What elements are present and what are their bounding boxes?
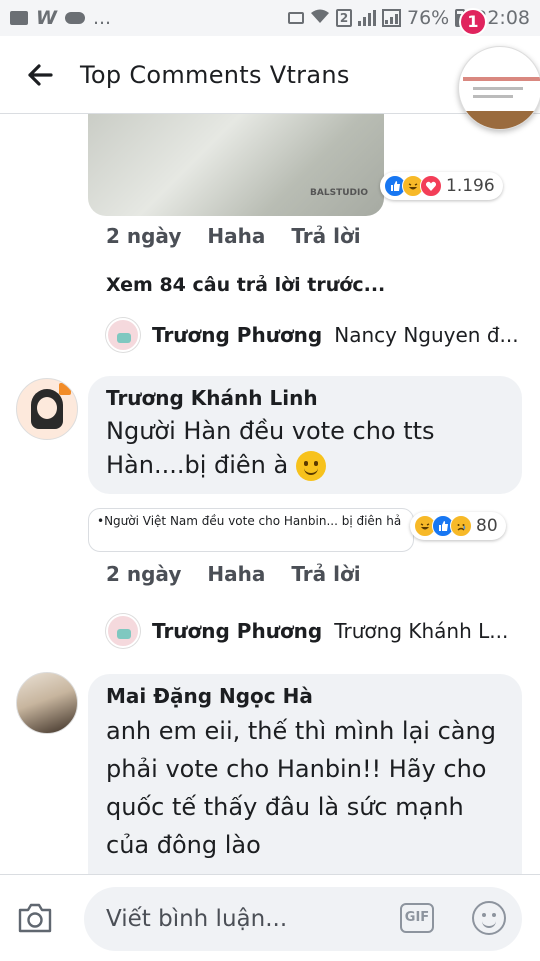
comment-input-placeholder: Viết bình luận... xyxy=(106,906,288,932)
avatar-face xyxy=(37,397,57,419)
reaction-summary[interactable]: 80 xyxy=(410,512,506,540)
avatar[interactable] xyxy=(16,378,78,440)
comment-actions: 2 ngày Haha Trả lời xyxy=(106,562,361,586)
smile-emoji-icon xyxy=(295,451,326,481)
video-icon xyxy=(10,11,28,25)
comment-actions: 2 ngày Haha Trả lời xyxy=(106,224,361,248)
sad-reaction-icon xyxy=(450,515,472,537)
status-left: W ... xyxy=(10,7,111,29)
reaction-summary[interactable]: 1.196 xyxy=(380,172,503,200)
arrow-left-icon xyxy=(28,63,53,86)
love-reaction-icon xyxy=(420,175,442,197)
comment-time: 2 ngày xyxy=(106,224,182,248)
avatar xyxy=(106,318,140,352)
more-notifications: ... xyxy=(92,7,112,29)
photo-label: BALSTUDIO xyxy=(310,188,368,198)
reply-button[interactable]: Trả lời xyxy=(291,224,360,248)
chathead-badge: 1 xyxy=(459,8,487,36)
comment-text-body: Người Hàn đều vote cho tts Hàn....bị điê… xyxy=(106,417,435,479)
comment-composer: Viết bình luận... GIF xyxy=(0,874,540,960)
avatar xyxy=(106,614,140,648)
reply-preview[interactable]: Trương Phương Nancy Nguyen đ... xyxy=(106,318,519,352)
comment-author[interactable]: Trương Khánh Linh xyxy=(106,386,504,410)
w-icon: W xyxy=(36,7,57,29)
comment-photo[interactable]: BALSTUDIO xyxy=(88,114,384,216)
avatar-flag xyxy=(59,383,71,395)
wifi-icon xyxy=(310,7,330,29)
signal-2-icon xyxy=(382,9,401,27)
page-title: Top Comments Vtrans xyxy=(80,60,350,89)
signal-icon xyxy=(358,10,376,26)
comment-text: Người Hàn đều vote cho tts Hàn....bị điê… xyxy=(106,414,504,482)
comment-bubble[interactable]: Trương Khánh Linh Người Hàn đều vote cho… xyxy=(88,376,522,494)
battery-percent: 76% xyxy=(407,7,450,29)
reply-author: Trương Phương xyxy=(152,323,323,347)
comments-list[interactable]: BALSTUDIO 1.196 2 ngày Haha Trả lời Xem … xyxy=(0,114,540,874)
chathead-thumb-line xyxy=(473,95,513,98)
gif-button[interactable]: GIF xyxy=(400,903,434,933)
status-right: 2 76% 22:08 xyxy=(288,7,530,29)
chathead-thumb-line xyxy=(473,87,523,90)
translation-box: •Người Việt Nam đều vote cho Hanbin... b… xyxy=(88,508,414,552)
avatar[interactable] xyxy=(16,672,78,734)
reply-button[interactable]: Trả lời xyxy=(291,562,360,586)
comment-time: 2 ngày xyxy=(106,562,182,586)
haha-button[interactable]: Haha xyxy=(207,562,265,586)
reply-author: Trương Phương xyxy=(152,619,323,643)
reaction-count: 80 xyxy=(476,516,498,536)
cloud-icon xyxy=(64,12,85,24)
view-previous-replies[interactable]: Xem 84 câu trả lời trước... xyxy=(106,274,385,296)
chathead-thumb-stripe xyxy=(463,77,540,81)
cast-icon xyxy=(288,12,304,24)
sim-icon: 2 xyxy=(336,9,352,27)
reply-snippet: Nancy Nguyen đ... xyxy=(334,323,519,347)
comment-bubble[interactable]: Mai Đặng Ngọc Hà anh em eii, thế thì mìn… xyxy=(88,674,522,874)
back-button[interactable] xyxy=(0,36,80,114)
emoji-icon[interactable] xyxy=(472,901,506,935)
camera-button[interactable] xyxy=(0,875,70,961)
comment-input[interactable]: Viết bình luận... GIF xyxy=(84,887,522,951)
reply-preview[interactable]: Trương Phương Trương Khánh L... xyxy=(106,614,508,648)
reaction-count: 1.196 xyxy=(446,176,495,196)
comment-text: anh em eii, thế thì mình lại càng phải v… xyxy=(106,717,496,859)
comment-author[interactable]: Mai Đặng Ngọc Hà xyxy=(106,684,504,708)
camera-icon xyxy=(18,903,52,932)
reply-snippet: Trương Khánh L... xyxy=(334,619,509,643)
haha-button[interactable]: Haha xyxy=(207,224,265,248)
